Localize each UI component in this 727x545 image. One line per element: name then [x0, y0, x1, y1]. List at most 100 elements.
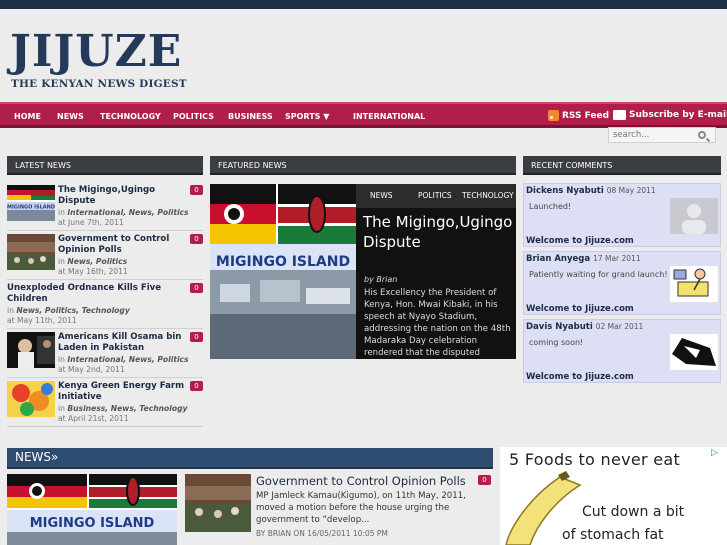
comment-author: Dickens Nyabuti 08 May 2011 [526, 186, 656, 196]
divider [7, 328, 203, 329]
news-featured-image[interactable]: MIGINGO ISLAND [7, 474, 177, 545]
ad-info-icon[interactable]: ▷ [711, 448, 722, 459]
categories[interactable]: International, News, Politics [67, 208, 188, 217]
article-thumbnail[interactable] [7, 381, 55, 417]
news-article-meta: BY BRIAN ON 16/05/2011 10:05 PM [256, 529, 388, 538]
featured-image[interactable]: MIGINGO ISLAND [210, 184, 356, 359]
nav-technology[interactable]: TECHNOLOGY [100, 112, 161, 121]
main-nav: HOME NEWS TECHNOLOGY POLITICS BUSINESS S… [0, 102, 727, 128]
divider [7, 426, 203, 427]
comment-author-name[interactable]: Dickens Nyabuti [526, 186, 604, 196]
featured-title[interactable]: The Migingo,Ugingo Dispute [363, 212, 513, 252]
avatar [670, 334, 718, 370]
list-item-date: at June 7th, 2011 [58, 218, 124, 227]
comment-count-badge[interactable]: 0 [190, 234, 203, 244]
list-item-categories: in International, News, Politics [58, 208, 189, 218]
list-item[interactable]: Americans Kill Osama bin Laden in Pakist… [7, 332, 203, 376]
divider [7, 377, 203, 378]
comment-author-name[interactable]: Brian Anyega [526, 254, 590, 264]
list-item-categories: in Business, News, Technology [58, 404, 187, 414]
comment-count-badge[interactable]: 0 [190, 332, 203, 342]
avatar [670, 198, 718, 234]
avatar [670, 266, 718, 302]
tab-technology[interactable]: TECHNOLOGY [462, 191, 514, 200]
ad-line-2: of stomach fat [562, 527, 664, 543]
list-item-date: at April 21st, 2011 [58, 414, 129, 423]
article-thumbnail[interactable] [7, 332, 55, 368]
prefix: in [58, 257, 65, 266]
list-item[interactable]: MIGINGO ISLAND The Migingo,Ugingo Disput… [7, 185, 203, 229]
comment-count-badge[interactable]: 0 [190, 185, 203, 195]
comment-item: Brian Anyega 17 Mar 2011 Patiently waiti… [523, 251, 721, 315]
nav-politics[interactable]: POLITICS [173, 112, 214, 121]
latest-news-heading: LATEST NEWS [7, 156, 203, 175]
comment-author-name[interactable]: Davis Nyabuti [526, 322, 593, 332]
ad-line-1: Cut down a bit [582, 504, 685, 520]
list-item-title[interactable]: Americans Kill Osama bin Laden in Pakist… [58, 332, 186, 354]
chevron-down-icon: ▼ [323, 112, 330, 121]
recent-comments-heading: RECENT COMMENTS [523, 156, 721, 175]
comment-item: Dickens Nyabuti 08 May 2011 Launched! We… [523, 183, 721, 247]
list-item-date: at May 11th, 2011 [7, 316, 77, 325]
comment-post-link[interactable]: Welcome to Jijuze.com [526, 236, 634, 246]
list-item-categories: in News, Politics [58, 257, 127, 267]
nav-news[interactable]: NEWS [57, 112, 84, 121]
categories[interactable]: News, Politics, Technology [16, 306, 129, 315]
tab-politics[interactable]: POLITICS [418, 191, 452, 200]
advertisement[interactable]: 5 Foods to never eat ▷ Cut down a bit of… [500, 447, 727, 545]
comment-post-link[interactable]: Welcome to Jijuze.com [526, 372, 634, 382]
list-item-title[interactable]: The Migingo,Ugingo Dispute [58, 185, 186, 207]
nav-home[interactable]: HOME [14, 112, 41, 121]
featured-image-caption: MIGINGO ISLAND [216, 254, 350, 270]
comment-count-badge[interactable]: 0 [478, 475, 491, 485]
prefix: in [58, 355, 65, 364]
top-bar [0, 0, 727, 9]
divider [7, 279, 203, 280]
article-thumbnail[interactable] [185, 474, 251, 532]
prefix: in [58, 404, 65, 413]
list-item[interactable]: Government to Control Opinion Polls in N… [7, 234, 203, 278]
comment-count-badge[interactable]: 0 [190, 381, 203, 391]
featured-tabs: NEWS POLITICS TECHNOLOGY [356, 184, 516, 208]
svg-text:MIGINGO ISLAND: MIGINGO ISLAND [7, 205, 55, 211]
news-article-title[interactable]: Government to Control Opinion Polls [256, 474, 466, 488]
tab-news[interactable]: NEWS [370, 191, 393, 200]
divider [7, 230, 203, 231]
nav-sports[interactable]: SPORTS ▼ [285, 112, 329, 121]
nav-sports-label: SPORTS [285, 112, 321, 121]
comment-date: 08 May 2011 [606, 186, 656, 195]
subscribe-label: Subscribe by E-mail [629, 110, 727, 120]
site-logo[interactable]: JIJUZE [10, 30, 182, 74]
list-item-title[interactable]: Unexploded Ordnance Kills Five Children [7, 283, 182, 305]
featured-author: by Brian [364, 275, 398, 284]
article-thumbnail[interactable] [7, 234, 55, 270]
comment-count-badge[interactable]: 0 [190, 283, 203, 293]
rss-feed-link[interactable]: RSS Feed [548, 110, 609, 121]
comment-post-link[interactable]: Welcome to Jijuze.com [526, 304, 634, 314]
categories[interactable]: Business, News, Technology [67, 404, 187, 413]
rss-icon [548, 110, 559, 121]
list-item-categories: in International, News, Politics [58, 355, 189, 365]
ad-title[interactable]: 5 Foods to never eat [509, 450, 680, 469]
list-item[interactable]: Kenya Green Energy Farm Initiative in Bu… [7, 381, 203, 425]
search-icon[interactable] [698, 131, 706, 139]
featured-excerpt: His Excellency the President of Kenya, H… [364, 288, 511, 357]
comment-date: 02 Mar 2011 [595, 322, 644, 331]
list-item-date: at May 2nd, 2011 [58, 365, 125, 374]
nav-international[interactable]: INTERNATIONAL [353, 112, 425, 121]
list-item[interactable]: Unexploded Ordnance Kills Five Children … [7, 283, 203, 327]
comment-text: coming soon! [529, 338, 584, 347]
categories[interactable]: International, News, Politics [67, 355, 188, 364]
news-image-caption: MIGINGO ISLAND [30, 516, 155, 531]
subscribe-email-link[interactable]: Subscribe by E-mail [613, 110, 727, 120]
article-thumbnail[interactable]: MIGINGO ISLAND [7, 185, 55, 221]
list-item-date: at May 16th, 2011 [58, 267, 128, 276]
prefix: in [7, 306, 14, 315]
nav-business[interactable]: BUSINESS [228, 112, 273, 121]
news-section-heading[interactable]: NEWS» [7, 448, 493, 469]
list-item-title[interactable]: Kenya Green Energy Farm Initiative [58, 381, 186, 403]
comment-author: Davis Nyabuti 02 Mar 2011 [526, 322, 643, 332]
comment-author: Brian Anyega 17 Mar 2011 [526, 254, 641, 264]
list-item-title[interactable]: Government to Control Opinion Polls [58, 234, 186, 256]
categories[interactable]: News, Politics [67, 257, 127, 266]
